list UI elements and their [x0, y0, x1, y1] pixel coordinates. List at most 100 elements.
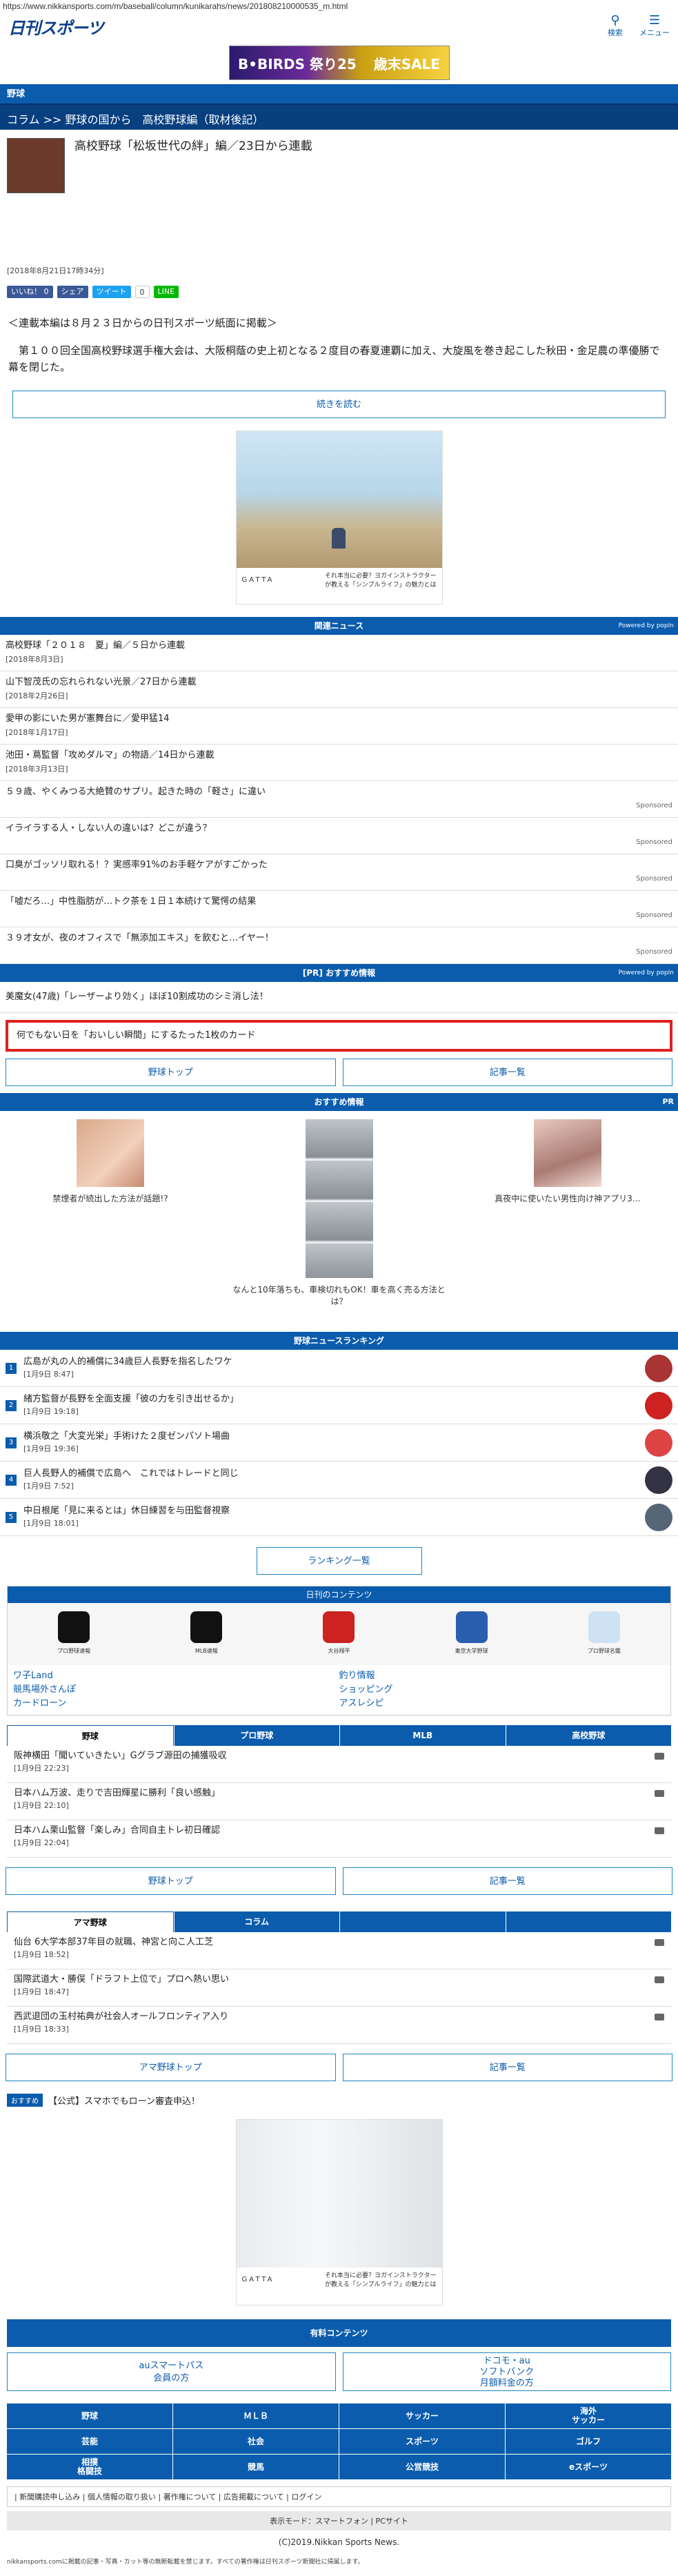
- news-item[interactable]: 仙台 6大学本部37年目の就職、神宮と向こ人工芝 [1月9日 18:52]: [7, 1932, 671, 1969]
- mc-link[interactable]: ショッピング: [339, 1683, 666, 1697]
- tweet-button[interactable]: ツイート: [92, 286, 131, 298]
- ranking-item[interactable]: 2 緒方監督が長野を全面支援「彼の力を引き出せるか」 [1月9日 19:18]: [0, 1387, 678, 1424]
- ranking-item[interactable]: 3 横浜敬之「大変光栄」手術けた２度ゼンパソト場曲 [1月9日 19:36]: [0, 1424, 678, 1462]
- related-item[interactable]: 山下智茂氏の忘れられない光景／27日から連載 [2018年2月26日]: [0, 671, 678, 708]
- ranking-item[interactable]: 5 中日根尾「見に来るとは」休日練習を与田監督視察 [1月9日 18:01]: [0, 1499, 678, 1536]
- news-item[interactable]: 西武退団の玉村祐典が社会人オールフロンティア入り [1月9日 18:33]: [7, 2007, 671, 2044]
- related-item[interactable]: 池田・蔦監督「攻めダルマ」の物語／14日から連載 [2018年3月13日]: [0, 745, 678, 781]
- read-more-button[interactable]: 続きを読む: [12, 391, 666, 418]
- tokyo-univ-baseball-icon[interactable]: 東京大学野球: [452, 1611, 491, 1655]
- search-button[interactable]: ⚲ 検索: [608, 14, 623, 38]
- sponsored-item[interactable]: ３９才女が、夜のオフィスで「無添加エキス」を飲むと…イヤー！ Sponsored: [0, 927, 678, 964]
- footer-nav-item[interactable]: 公営競技: [339, 2455, 505, 2479]
- ranking-photo: [645, 1391, 672, 1419]
- tab-high-school[interactable]: 高校野球: [505, 1725, 671, 1746]
- pr-item[interactable]: 美魔女(47歳)「レーザーより効く」ほぼ10割成功のシミ消し法！: [0, 982, 678, 1013]
- column-thumbnail: [7, 138, 65, 193]
- article-date: [2018年8月21日17時34分]: [7, 266, 104, 275]
- footer-nav-item[interactable]: 相撲 格闘技: [7, 2455, 172, 2479]
- facebook-share-button[interactable]: シェア: [57, 286, 88, 298]
- related-news-heading: 関連ニュース Powered by popIn: [0, 617, 678, 635]
- news-item[interactable]: 阪神横田「聞いていきたい」Gグラブ源田の捕獲吸収 [1月9日 22:23]: [7, 1746, 671, 1783]
- facebook-like-button[interactable]: いいね！ 0: [7, 286, 53, 298]
- article-title: 高校野球「松坂世代の絆」編／23日から連載: [74, 139, 312, 153]
- sponsored-item[interactable]: 口臭がゴッソリ取れる！？実感率91%のお手軽ケアがすごかった Sponsored: [0, 854, 678, 891]
- site-logo[interactable]: 日刊スポーツ: [8, 14, 104, 39]
- related-item[interactable]: 愛甲の影にいた男が憲舞台に／愛甲猛14 [2018年1月17日]: [0, 708, 678, 745]
- baseball-top-button[interactable]: 野球トップ: [6, 1059, 336, 1086]
- tab-pro-baseball[interactable]: プロ野球: [173, 1725, 339, 1746]
- footer-nav-item[interactable]: 海外 サッカー: [506, 2403, 671, 2428]
- sponsored-item[interactable]: イライラする人・しない人の違いは？どこが違う？ Sponsored: [0, 818, 678, 854]
- pro-baseball-live-icon[interactable]: プロ野球速報: [54, 1611, 93, 1655]
- tab-empty: [505, 1911, 671, 1932]
- breadcrumb[interactable]: コラム >> 野球の国から 高校野球編（取材後記）: [0, 105, 678, 130]
- recommend-card[interactable]: 真夜中に使いたい男性向け神アプリ3…: [457, 1119, 678, 1328]
- news-item[interactable]: 国際武道大・勝俣「ドラフト上位で」プロへ熱い思い [1月9日 18:47]: [7, 1969, 671, 2007]
- ranking-all-button[interactable]: ランキング一覧: [256, 1547, 422, 1575]
- ranking-list: 1 広島が丸の人的補償に34歳巨人長野を指名したワケ [1月9日 8:47] 2 緒方…: [0, 1350, 678, 1536]
- footer-links[interactable]: | 新聞購読申し込み | 個人情報の取り扱い | 著作権について | 広告掲載に…: [7, 2486, 671, 2507]
- camera-icon: [655, 1827, 664, 1834]
- footer-nav-item[interactable]: eスポーツ: [506, 2455, 671, 2479]
- news-item[interactable]: 日本ハム万波、走りで吉田輝星に勝利「良い感触」 [1月9日 22:10]: [7, 1783, 671, 1820]
- ad-brand: GATTA: [241, 576, 275, 584]
- footer-nav: 野球 ＭＬＢ サッカー 海外 サッカー 芸能 社会 スポーツ ゴルフ 相撲 格闘…: [7, 2403, 671, 2479]
- player-data-icon[interactable]: プロ野球名鑑: [585, 1611, 624, 1655]
- promo-card[interactable]: 何でもない日を「おいしい瞬間」にするたった1枚のカード: [6, 1020, 672, 1052]
- article-lead-2: 第１００回全国高校野球選手権大会は、大阪桐蔭の史上初となる２度目の春夏連覇に加え…: [8, 344, 660, 373]
- section-title: 野球: [0, 84, 678, 105]
- mc-link[interactable]: ワ子Land: [13, 1669, 339, 1683]
- mlb-live-icon[interactable]: MLB速報: [187, 1611, 226, 1655]
- carrier-billing-button[interactable]: ドコモ・au ソフトバンク 月額料金の方: [342, 2352, 671, 2391]
- line-button[interactable]: LINE: [153, 286, 179, 298]
- article-list-button-3[interactable]: 記事一覧: [342, 2054, 672, 2081]
- url-bar[interactable]: https://www.nikkansports.com/m/baseball/…: [0, 0, 678, 12]
- gatta-ad-2[interactable]: GATTA それ本当に必要？ヨガインストラクターが教える「シンプルライフ」の魅力…: [235, 2119, 443, 2305]
- footer-nav-item[interactable]: 競馬: [173, 2455, 339, 2479]
- au-smartpass-button[interactable]: auスマートパス 会員の方: [7, 2352, 336, 2391]
- tab-amateur[interactable]: アマ野球: [7, 1911, 174, 1932]
- footer-nav-item[interactable]: ＭＬＢ: [173, 2403, 339, 2428]
- mc-link[interactable]: カードローン: [13, 1697, 339, 1711]
- tab-mlb[interactable]: MLB: [339, 1725, 506, 1746]
- recommend-card[interactable]: なんと10年落ちも、車検切れもOK！車を高く売る方法とは？: [229, 1119, 450, 1328]
- footer-nav-item[interactable]: サッカー: [339, 2403, 505, 2428]
- recommend-card[interactable]: 禁煙者が続出した方法が話題!?: [0, 1119, 221, 1328]
- camera-icon: [655, 1976, 664, 1983]
- gatta-ad-1[interactable]: GATTA それ本当に必要？ヨガインストラクターが教える「シンプルライフ」の魅力…: [235, 431, 443, 604]
- mc-link[interactable]: アスレシピ: [339, 1697, 666, 1711]
- baseball-top-button-2[interactable]: 野球トップ: [6, 1867, 336, 1895]
- top-banner-ad[interactable]: B•BIRDS 祭り25 歳末SALE: [228, 46, 450, 80]
- article-list-button-2[interactable]: 記事一覧: [342, 1867, 672, 1895]
- amateur-top-button[interactable]: アマ野球トップ: [6, 2054, 336, 2081]
- sponsored-item[interactable]: 「嘘だろ…」中性脂肪が…トク茶を１日１本続けて驚愕の結果 Sponsored: [0, 891, 678, 927]
- article-list-button[interactable]: 記事一覧: [342, 1059, 672, 1086]
- footer-nav-item[interactable]: ゴルフ: [506, 2429, 671, 2454]
- news-tabs-1: 野球 プロ野球 MLB 高校野球: [7, 1725, 671, 1746]
- hatena-button[interactable]: 0: [134, 286, 150, 298]
- osusume-row[interactable]: おすすめ 【公式】スマホでもローン審査申込！: [0, 2088, 678, 2112]
- news-item[interactable]: 日本ハム栗山監督「楽しみ」合同自主トレ初日確認 [1月9日 22:04]: [7, 1820, 671, 1858]
- my-content-box: 日刊のコンテンツ プロ野球速報 MLB速報 大谷翔平 東京大学野球 プロ野球名鑑…: [7, 1586, 671, 1715]
- sponsored-item[interactable]: ５９歳、やくみつる大絶賛のサプリ。起きた時の「軽さ」に違い Sponsored: [0, 781, 678, 818]
- tab-column[interactable]: コラム: [173, 1911, 339, 1932]
- tab-baseball[interactable]: 野球: [7, 1725, 174, 1746]
- ranking-item[interactable]: 4 巨人長野人的補償で広島へ これではトレードと同じ [1月9日 7:52]: [0, 1462, 678, 1499]
- ohtani-icon[interactable]: 大谷翔平: [319, 1611, 358, 1655]
- footer-nav-item[interactable]: 野球: [7, 2403, 172, 2428]
- osusume-tag: おすすめ: [7, 2094, 43, 2107]
- ranking-photo: [645, 1354, 672, 1382]
- recommend-heading: おすすめ情報 PR: [0, 1093, 678, 1111]
- recommend-grid: 禁煙者が続出した方法が話題!? なんと10年落ちも、車検切れもOK！車を高く売る…: [0, 1111, 678, 1332]
- footer-nav-item[interactable]: 社会: [173, 2429, 339, 2454]
- mc-link[interactable]: 釣り情報: [339, 1669, 666, 1683]
- ranking-item[interactable]: 1 広島が丸の人的補償に34歳巨人長野を指名したワケ [1月9日 8:47]: [0, 1350, 678, 1387]
- footer-nav-item[interactable]: スポーツ: [339, 2429, 505, 2454]
- display-mode[interactable]: 表示モード：スマートフォン | PCサイト: [7, 2511, 671, 2530]
- related-item[interactable]: 高校野球「２０１８ 夏」編／５日から連載 [2018年8月3日]: [0, 635, 678, 671]
- footer-nav-item[interactable]: 芸能: [7, 2429, 172, 2454]
- menu-button[interactable]: ☰ メニュー: [639, 14, 670, 38]
- ad-beach-image: [236, 431, 442, 568]
- mc-link[interactable]: 競馬場外さんぽ: [13, 1683, 339, 1697]
